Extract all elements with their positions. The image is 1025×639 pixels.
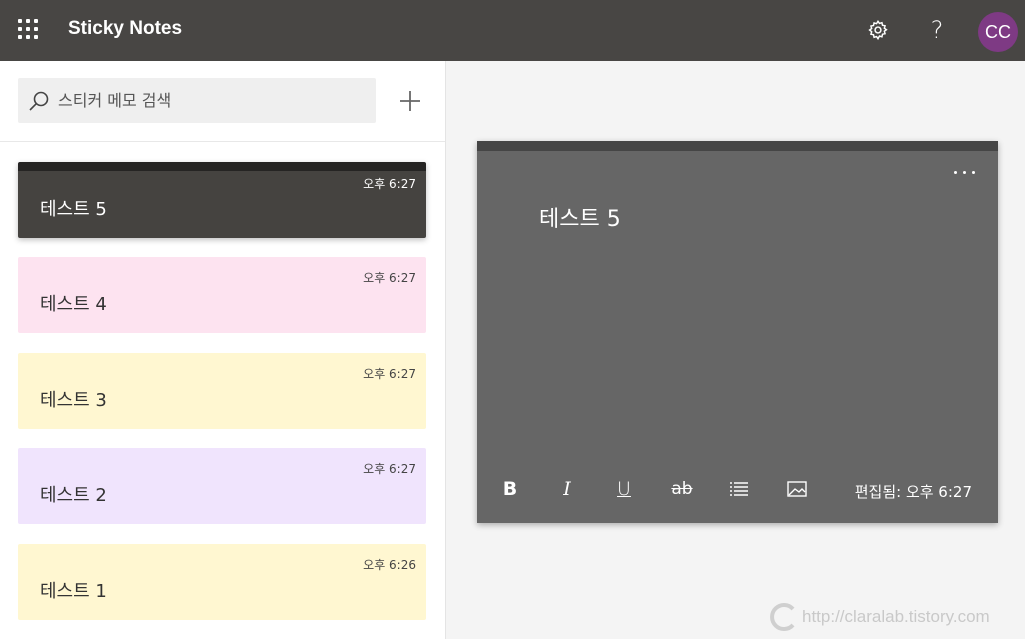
note-card[interactable]: 오후 6:27 테스트 3 — [18, 353, 426, 429]
add-note-button[interactable] — [396, 87, 424, 115]
italic-icon: I — [563, 478, 571, 500]
strikethrough-icon: ab — [671, 479, 693, 499]
search-input[interactable] — [58, 78, 368, 123]
help-icon: ? — [930, 16, 944, 44]
italic-button[interactable]: I — [551, 473, 583, 505]
edited-status: 편집됨: 오후 6:27 — [854, 483, 972, 501]
note-title: 테스트 1 — [40, 581, 107, 602]
help-button[interactable]: ? — [917, 12, 957, 48]
note-editor: 테스트 5 B I U ab 편집됨: 오후 6:27 — [477, 141, 998, 523]
note-time: 오후 6:26 — [363, 558, 416, 572]
settings-button[interactable] — [858, 12, 898, 48]
bold-button[interactable]: B — [494, 473, 526, 505]
watermark-text: http://claralab.tistory.com — [802, 607, 990, 626]
app-header: Sticky Notes ? CC — [0, 0, 1025, 61]
bold-icon: B — [502, 478, 518, 500]
notes-list-panel: 오후 6:27 테스트 5 오후 6:27 테스트 4 오후 6:27 테스트 … — [0, 61, 446, 639]
gear-icon — [868, 19, 888, 41]
watermark-logo-icon — [770, 603, 795, 631]
note-title: 테스트 5 — [40, 199, 107, 220]
editor-header-bar[interactable] — [477, 141, 998, 151]
waffle-icon[interactable] — [18, 19, 38, 39]
underline-icon: U — [617, 478, 631, 500]
divider — [0, 141, 445, 142]
strikethrough-button[interactable]: ab — [666, 473, 698, 505]
note-time: 오후 6:27 — [363, 177, 416, 191]
note-card[interactable]: 오후 6:26 테스트 1 — [18, 544, 426, 620]
image-icon — [787, 481, 807, 497]
watermark: http://claralab.tistory.com — [766, 600, 990, 634]
search-box[interactable] — [18, 78, 376, 123]
bullets-button[interactable] — [723, 473, 755, 505]
note-card[interactable]: 오후 6:27 테스트 4 — [18, 257, 426, 333]
note-title: 테스트 4 — [40, 294, 107, 315]
more-options-button[interactable] — [950, 163, 980, 179]
note-time: 오후 6:27 — [363, 367, 416, 381]
note-time: 오후 6:27 — [363, 271, 416, 285]
note-time: 오후 6:27 — [363, 462, 416, 476]
bullets-icon — [730, 482, 748, 496]
note-title: 테스트 3 — [40, 390, 107, 411]
search-icon — [29, 91, 49, 111]
note-card[interactable]: 오후 6:27 테스트 5 — [18, 162, 426, 238]
underline-button[interactable]: U — [608, 473, 640, 505]
format-toolbar: B I U ab 편집됨: 오후 6:27 — [477, 473, 998, 505]
plus-icon — [400, 91, 420, 111]
avatar[interactable]: CC — [978, 12, 1018, 52]
avatar-initials: CC — [985, 21, 1011, 42]
note-title: 테스트 2 — [40, 485, 107, 506]
app-title: Sticky Notes — [68, 18, 183, 39]
note-card[interactable]: 오후 6:27 테스트 2 — [18, 448, 426, 524]
editor-content[interactable]: 테스트 5 — [539, 201, 621, 233]
image-button[interactable] — [781, 473, 813, 505]
ellipsis-icon — [954, 171, 957, 174]
